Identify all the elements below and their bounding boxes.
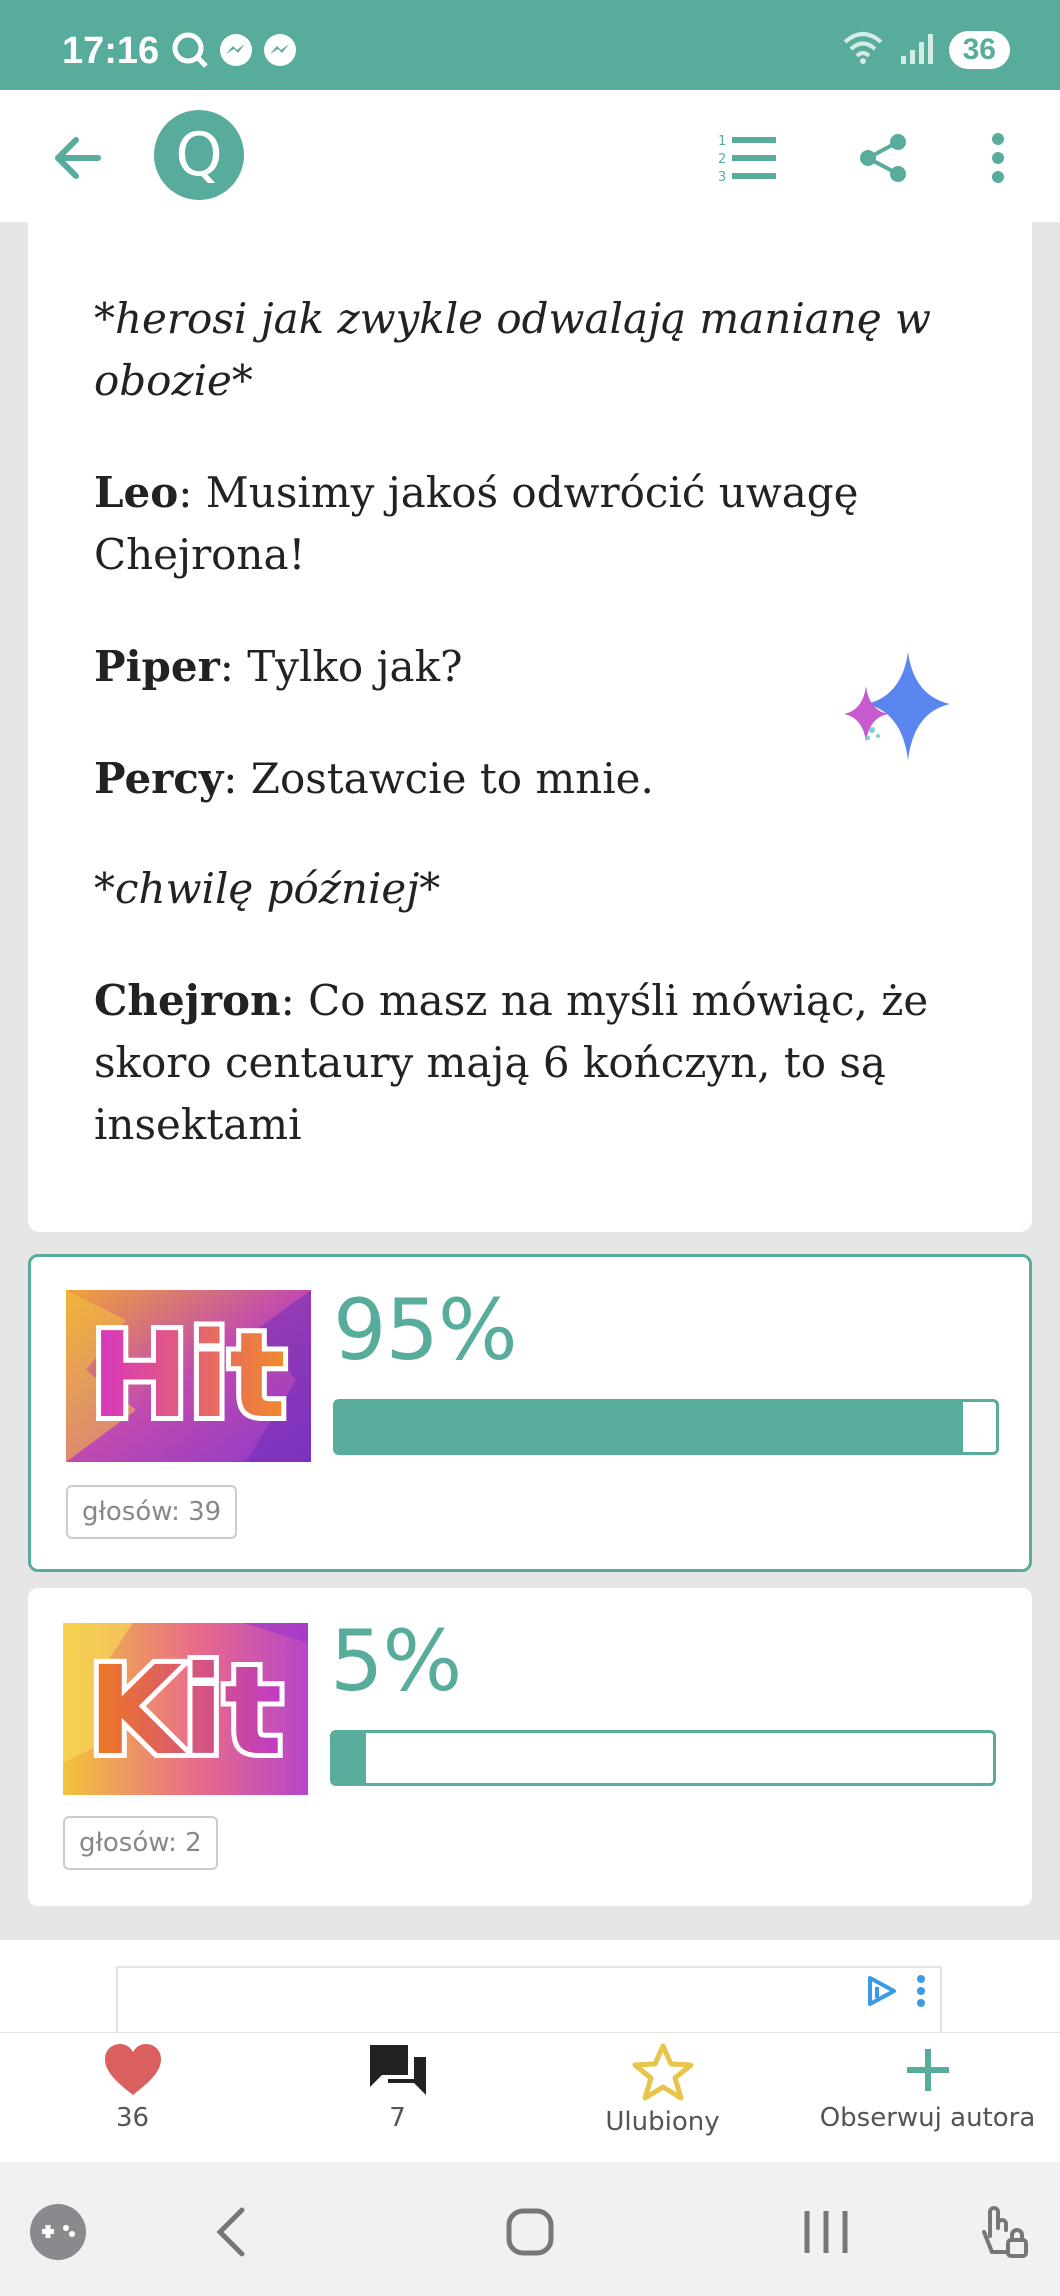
poll-progress-bar [330,1730,996,1786]
ad-more-icon[interactable] [916,1974,926,2012]
status-bar: 17:16 36 [0,0,1060,90]
touch-lock-button[interactable] [962,2192,1042,2272]
story-paragraph: *chwilę później* [94,864,441,913]
speaker-name: Piper [94,642,220,691]
poll-percent: 95% [333,1281,518,1379]
speaker-name: Chejron [94,976,281,1025]
nav-home-button[interactable] [490,2192,570,2272]
ad-banner-area [0,1940,1060,2032]
poll-progress-fill [333,1733,366,1783]
svg-text:3: 3 [718,170,726,184]
ai-sparkle-icon[interactable] [828,642,978,786]
gamepad-icon [30,2204,86,2260]
like-button[interactable]: 36 [0,2043,265,2163]
story-content: *herosi jak zwykle odwalają manianę w ob… [28,222,1032,1232]
poll-option[interactable]: Hit 95% głosów: 39 [28,1254,1032,1572]
arrow-left-icon [55,137,101,179]
ad-choices-icon[interactable] [864,1974,898,2012]
touch-lock-icon [982,2206,1028,2258]
story-paragraph: *herosi jak zwykle odwalają manianę w ob… [94,294,932,405]
comment-count: 7 [389,2103,406,2133]
plus-icon [906,2049,949,2091]
more-options-button[interactable] [960,120,1036,196]
nav-back-button[interactable] [192,2192,272,2272]
story-paragraph: Chejron: Co masz na myśli mówiąc, że sko… [94,976,929,1149]
search-notification-icon [170,30,210,74]
comments-button[interactable]: 7 [265,2043,530,2163]
action-bar: 36 7 Ulubiony Obserwuj autora [0,2032,1060,2162]
poll-progress-bar [333,1399,999,1455]
game-launcher-button[interactable] [18,2192,98,2272]
speaker-name: Percy [94,754,224,803]
vote-count: głosów: 39 [66,1485,238,1539]
wifi-icon [841,30,885,70]
follow-label: Obserwuj autora [819,2103,1036,2133]
status-time: 17:16 [62,30,160,72]
poll-option-image: Hit [66,1290,311,1462]
battery-indicator: 36 [948,31,1010,69]
share-icon [860,134,906,182]
nav-recents-button[interactable] [786,2192,866,2272]
poll-progress-fill [336,1402,963,1452]
svg-text:Hit: Hit [90,1306,286,1444]
svg-text:2: 2 [718,152,726,167]
back-button[interactable] [40,120,116,196]
svg-text:1: 1 [718,134,726,149]
favorite-button[interactable]: Ulubiony [530,2043,795,2163]
ad-controls [864,1974,926,2012]
vote-count: głosów: 2 [63,1816,218,1870]
notification-icons [170,30,298,74]
star-outline-icon [632,2043,693,2101]
follow-author-button[interactable]: Obserwuj autora [795,2043,1060,2163]
poll-percent: 5% [330,1612,462,1710]
heart-icon [104,2044,161,2095]
system-navigation-bar [0,2162,1060,2296]
poll-option[interactable]: Kit 5% głosów: 2 [28,1588,1032,1906]
app-bar: Q 1 2 3 [0,90,1060,222]
home-square-icon [506,2208,554,2256]
more-vertical-icon [992,133,1004,183]
like-count: 36 [115,2103,150,2133]
numbered-list-icon: 1 2 3 [718,134,776,184]
recents-icon [804,2211,848,2253]
favorite-label: Ulubiony [605,2107,720,2137]
story-paragraph: Leo: Musimy jakoś odwrócić uwagę Chejron… [94,468,859,579]
system-icons: 36 [841,30,1010,70]
story-paragraph: Percy: Zostawcie to mnie. [94,754,654,803]
story-paragraph: Piper: Tylko jak? [94,642,463,691]
ad-banner[interactable] [116,1966,942,2032]
table-of-contents-button[interactable]: 1 2 3 [710,120,786,196]
messenger-icon [262,32,298,72]
poll-option-image: Kit [63,1623,308,1795]
share-button[interactable] [845,120,921,196]
comments-icon [369,2045,426,2095]
svg-text:Kit: Kit [88,1640,283,1782]
speaker-name: Leo [94,468,179,517]
signal-icon [899,30,935,70]
messenger-icon [218,32,254,72]
chevron-left-icon [216,2207,245,2257]
app-logo[interactable]: Q [154,110,244,200]
